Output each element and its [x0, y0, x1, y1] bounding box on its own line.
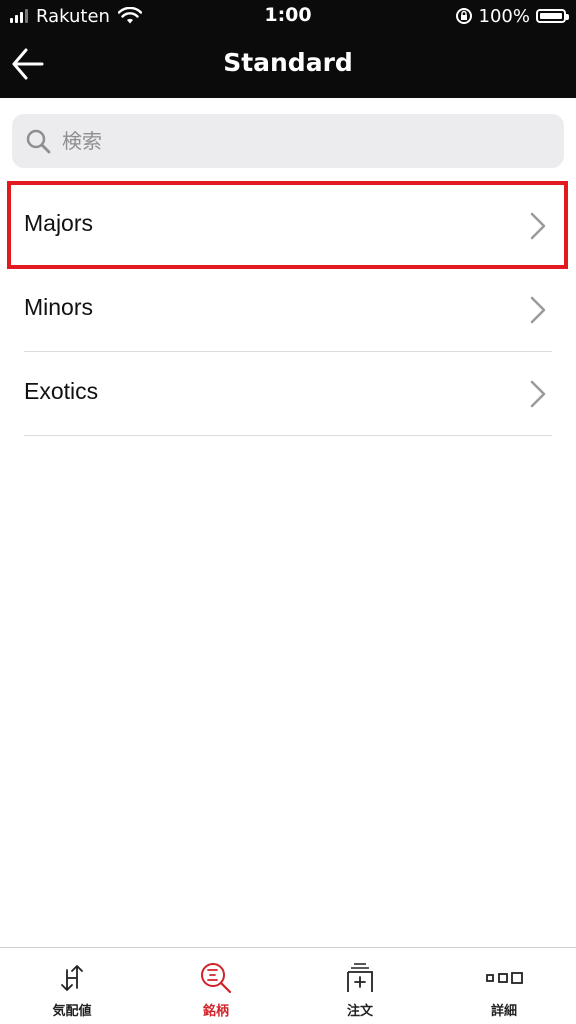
tab-symbols[interactable]: 銘柄 [144, 948, 288, 1024]
app-root: Rakuten 1:00 100% Standard 検索 Majors Min… [0, 0, 576, 1024]
chevron-right-icon [530, 380, 546, 408]
tab-label: 詳細 [490, 1004, 517, 1019]
list-divider [24, 435, 552, 436]
category-list: Majors Minors Exotics [0, 184, 576, 436]
battery-percent: 100% [478, 5, 530, 27]
tab-label: 気配値 [52, 1004, 92, 1019]
tab-label: 注文 [346, 1004, 373, 1019]
page-title: Standard [223, 48, 353, 77]
tab-label: 銘柄 [202, 1004, 229, 1019]
tab-details[interactable]: 詳細 [432, 948, 576, 1024]
new-order-icon [347, 963, 373, 992]
list-item-label: Majors [24, 210, 94, 236]
battery-icon [536, 9, 569, 23]
quotes-icon [61, 965, 83, 991]
orientation-lock-icon [455, 8, 472, 24]
list-item-label: Minors [24, 294, 94, 320]
status-right: 100% [455, 4, 569, 28]
chevron-right-icon [530, 296, 546, 324]
tab-bar: 気配値 銘柄 注文 詳細 [0, 947, 576, 1024]
status-bar: Rakuten 1:00 100% [0, 0, 576, 34]
symbol-search-icon [201, 963, 232, 994]
nav-bar: Standard [0, 34, 576, 98]
details-icon [486, 972, 523, 984]
tab-quotes[interactable]: 気配値 [0, 948, 144, 1024]
search-bar[interactable] [12, 114, 564, 168]
search-icon [26, 129, 51, 154]
list-item-minors[interactable]: Minors [0, 268, 576, 352]
header: Rakuten 1:00 100% Standard [0, 0, 576, 98]
search-input[interactable] [60, 128, 544, 154]
chevron-right-icon [530, 212, 546, 240]
list-item-exotics[interactable]: Exotics [0, 352, 576, 436]
list-item-label: Exotics [24, 378, 99, 404]
list-item-majors[interactable]: Majors [0, 184, 576, 268]
tab-order[interactable]: 注文 [288, 948, 432, 1024]
